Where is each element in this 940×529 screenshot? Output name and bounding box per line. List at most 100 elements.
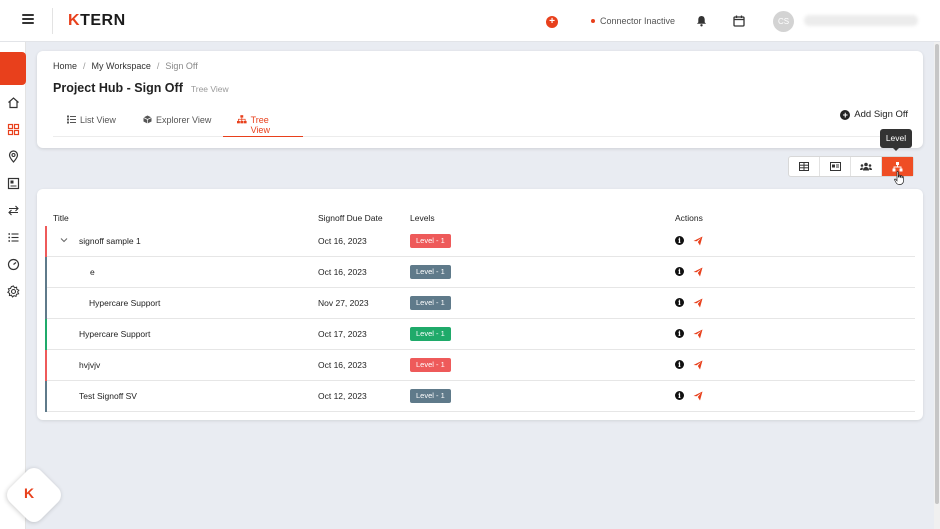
page-subtitle: Tree View	[190, 84, 229, 94]
sidebar-active-indicator	[0, 52, 26, 85]
tab-explorer-view[interactable]: Explorer View	[129, 115, 225, 137]
breadcrumb-workspace[interactable]: My Workspace	[92, 61, 151, 71]
title-row: Project Hub - Sign Off Tree View	[53, 81, 229, 95]
bell-icon[interactable]	[696, 15, 707, 27]
level-badge: Level - 1	[410, 265, 451, 279]
settings-gear-icon[interactable]	[7, 285, 20, 298]
signoff-tree-table: Title Signoff Due Date Levels Actions si…	[37, 189, 923, 420]
plus-circle-icon: +	[840, 109, 851, 120]
table-header: Title Signoff Due Date Levels Actions	[53, 213, 915, 227]
row-title[interactable]: Hypercare Support	[79, 329, 150, 339]
add-signoff-label: Add Sign Off	[854, 109, 908, 120]
breadcrumb: Home / My Workspace / Sign Off	[53, 61, 198, 71]
users-view-button[interactable]	[851, 157, 882, 176]
tab-tree-view[interactable]: Tree View	[223, 115, 303, 137]
table-row[interactable]: Hypercare Support Oct 17, 2023 Level - 1 i	[45, 319, 915, 350]
send-icon[interactable]	[693, 267, 703, 277]
row-status-bar	[45, 350, 47, 381]
breadcrumb-home[interactable]: Home	[53, 61, 77, 71]
plus-circle-icon[interactable]: +	[546, 16, 558, 28]
row-due-date: Oct 16, 2023	[318, 267, 367, 277]
level-badge: Level - 1	[410, 389, 451, 403]
cube-icon	[143, 115, 152, 124]
info-icon[interactable]: i	[675, 391, 684, 400]
user-name-redacted[interactable]	[804, 15, 918, 26]
dashboard-gauge-icon[interactable]	[7, 258, 20, 271]
connector-status-dot	[591, 19, 595, 23]
send-icon[interactable]	[693, 329, 703, 339]
calendar-icon[interactable]	[733, 15, 745, 27]
table-view-button[interactable]	[789, 157, 820, 176]
table-row[interactable]: Hypercare Support Nov 27, 2023 Level - 1 i	[45, 288, 915, 319]
chevron-down-icon[interactable]	[60, 236, 68, 244]
page-scrollbar[interactable]	[934, 42, 940, 529]
row-status-bar	[45, 319, 47, 350]
row-status-bar	[45, 288, 47, 319]
info-icon[interactable]: i	[675, 329, 684, 338]
top-bar: KTERN + Connector Inactive CS	[0, 0, 940, 42]
row-status-bar	[45, 257, 47, 288]
info-icon[interactable]: i	[675, 298, 684, 307]
add-signoff-button[interactable]: + Add Sign Off	[840, 109, 908, 120]
row-status-bar	[45, 381, 47, 412]
table-row[interactable]: signoff sample 1 Oct 16, 2023 Level - 1 i	[45, 226, 915, 257]
topbar-divider	[52, 8, 53, 34]
connector-status-text[interactable]: Connector Inactive	[600, 16, 675, 26]
row-due-date: Oct 17, 2023	[318, 329, 367, 339]
row-title[interactable]: Hypercare Support	[89, 298, 160, 308]
users-view-icon	[860, 162, 872, 171]
table-row[interactable]: hvjvjv Oct 16, 2023 Level - 1 i	[45, 350, 915, 381]
card-view-button[interactable]	[820, 157, 851, 176]
tab-list-view[interactable]: List View	[53, 115, 130, 137]
row-status-bar	[45, 226, 47, 257]
sitemap-icon	[237, 115, 247, 124]
breadcrumb-current: Sign Off	[165, 61, 198, 71]
row-due-date: Nov 27, 2023	[318, 298, 369, 308]
row-title[interactable]: Test Signoff SV	[79, 391, 137, 401]
transfer-arrows-icon[interactable]	[7, 204, 20, 217]
board-icon[interactable]	[7, 177, 20, 190]
info-icon[interactable]: i	[675, 360, 684, 369]
breadcrumb-separator: /	[83, 61, 86, 71]
logo-text: TERN	[80, 12, 126, 29]
breadcrumb-separator: /	[156, 61, 160, 71]
send-icon[interactable]	[693, 360, 703, 370]
send-icon[interactable]	[693, 236, 703, 246]
level-tooltip: Level	[880, 129, 912, 151]
hamburger-menu-icon[interactable]	[22, 14, 34, 24]
info-icon[interactable]: i	[675, 267, 684, 276]
table-row[interactable]: e Oct 16, 2023 Level - 1 i	[45, 257, 915, 288]
k-logo-icon[interactable]: K	[24, 485, 34, 501]
row-due-date: Oct 16, 2023	[318, 360, 367, 370]
row-title[interactable]: e	[90, 267, 95, 277]
level-view-icon	[892, 161, 903, 171]
header-card: Home / My Workspace / Sign Off Project H…	[37, 51, 923, 148]
left-sidebar	[0, 42, 26, 529]
card-view-icon	[829, 162, 841, 171]
column-header-due-date[interactable]: Signoff Due Date	[318, 213, 383, 223]
app-logo[interactable]: KTERN	[68, 12, 126, 30]
row-title[interactable]: hvjvjv	[79, 360, 100, 370]
column-header-title[interactable]: Title	[53, 213, 69, 223]
user-avatar[interactable]: CS	[773, 11, 794, 32]
home-icon[interactable]	[7, 96, 20, 109]
level-badge: Level - 1	[410, 296, 451, 310]
level-badge: Level - 1	[410, 234, 451, 248]
level-badge: Level - 1	[410, 327, 451, 341]
table-view-icon	[799, 162, 809, 171]
tab-label: List View	[80, 115, 116, 125]
scrollbar-thumb[interactable]	[935, 44, 939, 504]
row-title[interactable]: signoff sample 1	[79, 236, 141, 246]
view-tabs: List View Explorer View Tree View	[53, 109, 909, 137]
table-row[interactable]: Test Signoff SV Oct 12, 2023 Level - 1 i	[45, 381, 915, 412]
list-icon[interactable]	[7, 231, 20, 244]
send-icon[interactable]	[693, 298, 703, 308]
send-icon[interactable]	[693, 391, 703, 401]
column-header-actions[interactable]: Actions	[675, 213, 703, 223]
tab-label: Tree View	[250, 115, 270, 135]
grid-icon[interactable]	[7, 123, 20, 136]
column-header-levels[interactable]: Levels	[410, 213, 435, 223]
info-icon[interactable]: i	[675, 236, 684, 245]
location-pin-icon[interactable]	[7, 150, 20, 163]
page-title: Project Hub - Sign Off	[53, 81, 183, 95]
